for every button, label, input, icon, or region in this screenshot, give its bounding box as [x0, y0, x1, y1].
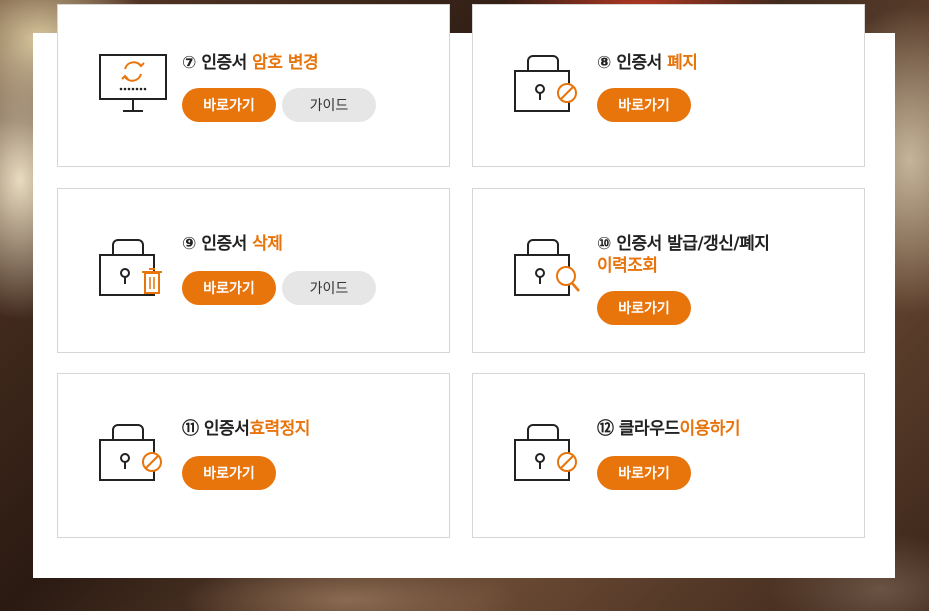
- monitor-refresh-icon: [99, 54, 167, 112]
- go-button[interactable]: 바로가기: [182, 88, 276, 122]
- card-title: ⑦ 인증서 암호 변경: [182, 53, 319, 73]
- lock-trash-icon: [99, 239, 162, 296]
- card-certificate-suspend: ⑪ 인증서효력정지 바로가기: [57, 373, 450, 538]
- card-cloud-use: ⑫ 클라우드이용하기 바로가기: [472, 373, 865, 538]
- card-title: ⑩ 인증서 발급/갱신/폐지 이력조회: [597, 234, 770, 276]
- card-certificate-delete: ⑨ 인증서 삭제 바로가기 가이드: [57, 188, 450, 353]
- lock-prohibited-icon: [99, 424, 162, 481]
- lock-search-icon: [514, 239, 580, 296]
- go-button[interactable]: 바로가기: [597, 88, 691, 122]
- certificate-menu-panel: ⑦ 인증서 암호 변경 바로가기 가이드 ⑧ 인증서 폐지 바로가기 ⑨ 인증서…: [33, 4, 895, 578]
- card-title: ⑧ 인증서 폐지: [597, 53, 698, 73]
- card-password-change: ⑦ 인증서 암호 변경 바로가기 가이드: [57, 4, 450, 167]
- card-history-lookup: ⑩ 인증서 발급/갱신/폐지 이력조회 바로가기: [472, 188, 865, 353]
- go-button[interactable]: 바로가기: [597, 456, 691, 490]
- go-button[interactable]: 바로가기: [182, 271, 276, 305]
- lock-prohibited-icon: [514, 55, 577, 112]
- card-title: ⑨ 인증서 삭제: [182, 234, 283, 254]
- card-title: ⑪ 인증서효력정지: [182, 419, 310, 439]
- card-title: ⑫ 클라우드이용하기: [597, 419, 741, 439]
- go-button[interactable]: 바로가기: [182, 456, 276, 490]
- card-certificate-revoke: ⑧ 인증서 폐지 바로가기: [472, 4, 865, 167]
- lock-prohibited-icon: [514, 424, 577, 481]
- guide-button[interactable]: 가이드: [282, 88, 376, 122]
- go-button[interactable]: 바로가기: [597, 291, 691, 325]
- guide-button[interactable]: 가이드: [282, 271, 376, 305]
